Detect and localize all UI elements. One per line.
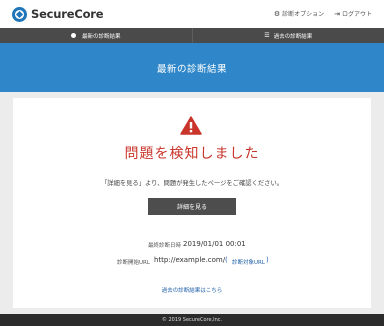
gear-icon: ⚙ <box>273 9 281 18</box>
header-links: ⚙ 診断オプション ⇥ ログアウト <box>264 9 372 19</box>
securecore-logo-icon <box>12 6 27 22</box>
logout-link[interactable]: ⇥ ログアウト <box>334 9 372 19</box>
list-icon: ☰ <box>264 32 270 39</box>
tab-past-label: 過去の診断結果 <box>273 33 313 40</box>
tab-latest-label: 最新の診断結果 <box>81 33 121 40</box>
view-details-button[interactable]: 詳細を見る <box>148 198 236 215</box>
tab-past-results[interactable]: ☰ 過去の診断結果 <box>191 28 384 43</box>
diagnosis-options-label: 診断オプション <box>282 11 325 18</box>
logo[interactable]: SecureCore <box>12 5 104 23</box>
last-diagnosis-label: 最終診断日時 <box>148 243 182 249</box>
paren-close: ) <box>266 256 269 264</box>
last-diagnosis-value: 2019/01/01 00:01 <box>183 240 246 248</box>
warning-icon <box>180 116 202 135</box>
start-url-label: 診断開始URL <box>117 260 150 266</box>
copyright: © 2019 SecureCore,Inc. <box>161 317 223 323</box>
alert-description: 「詳細を見る」より、問題が発生したページをご確認ください。 <box>100 180 284 187</box>
logout-label: ログアウト <box>341 11 372 18</box>
page-title-banner: 最新の診断結果 <box>0 43 384 92</box>
logout-icon: ⇥ <box>334 9 340 18</box>
target-url-link[interactable]: 診断対象URL <box>232 258 265 266</box>
logo-text: SecureCore <box>31 7 104 21</box>
start-url-value: http://example.com/ <box>154 256 226 264</box>
dot-icon <box>70 33 76 38</box>
diagnosis-options-link[interactable]: ⚙ 診断オプション <box>273 9 325 19</box>
page-title: 最新の診断結果 <box>156 63 227 75</box>
footer: © 2019 SecureCore,Inc. <box>0 314 384 326</box>
tab-latest-results[interactable]: 最新の診断結果 <box>0 28 192 43</box>
nav-tabs: 最新の診断結果 ☰ 過去の診断結果 <box>0 28 384 43</box>
alert-title: 問題を検知しました <box>124 146 260 162</box>
header: SecureCore ⚙ 診断オプション ⇥ ログアウト <box>0 0 384 28</box>
paren-open: ( <box>225 256 228 264</box>
past-results-link[interactable]: 過去の診断結果はこちら <box>0 286 384 294</box>
